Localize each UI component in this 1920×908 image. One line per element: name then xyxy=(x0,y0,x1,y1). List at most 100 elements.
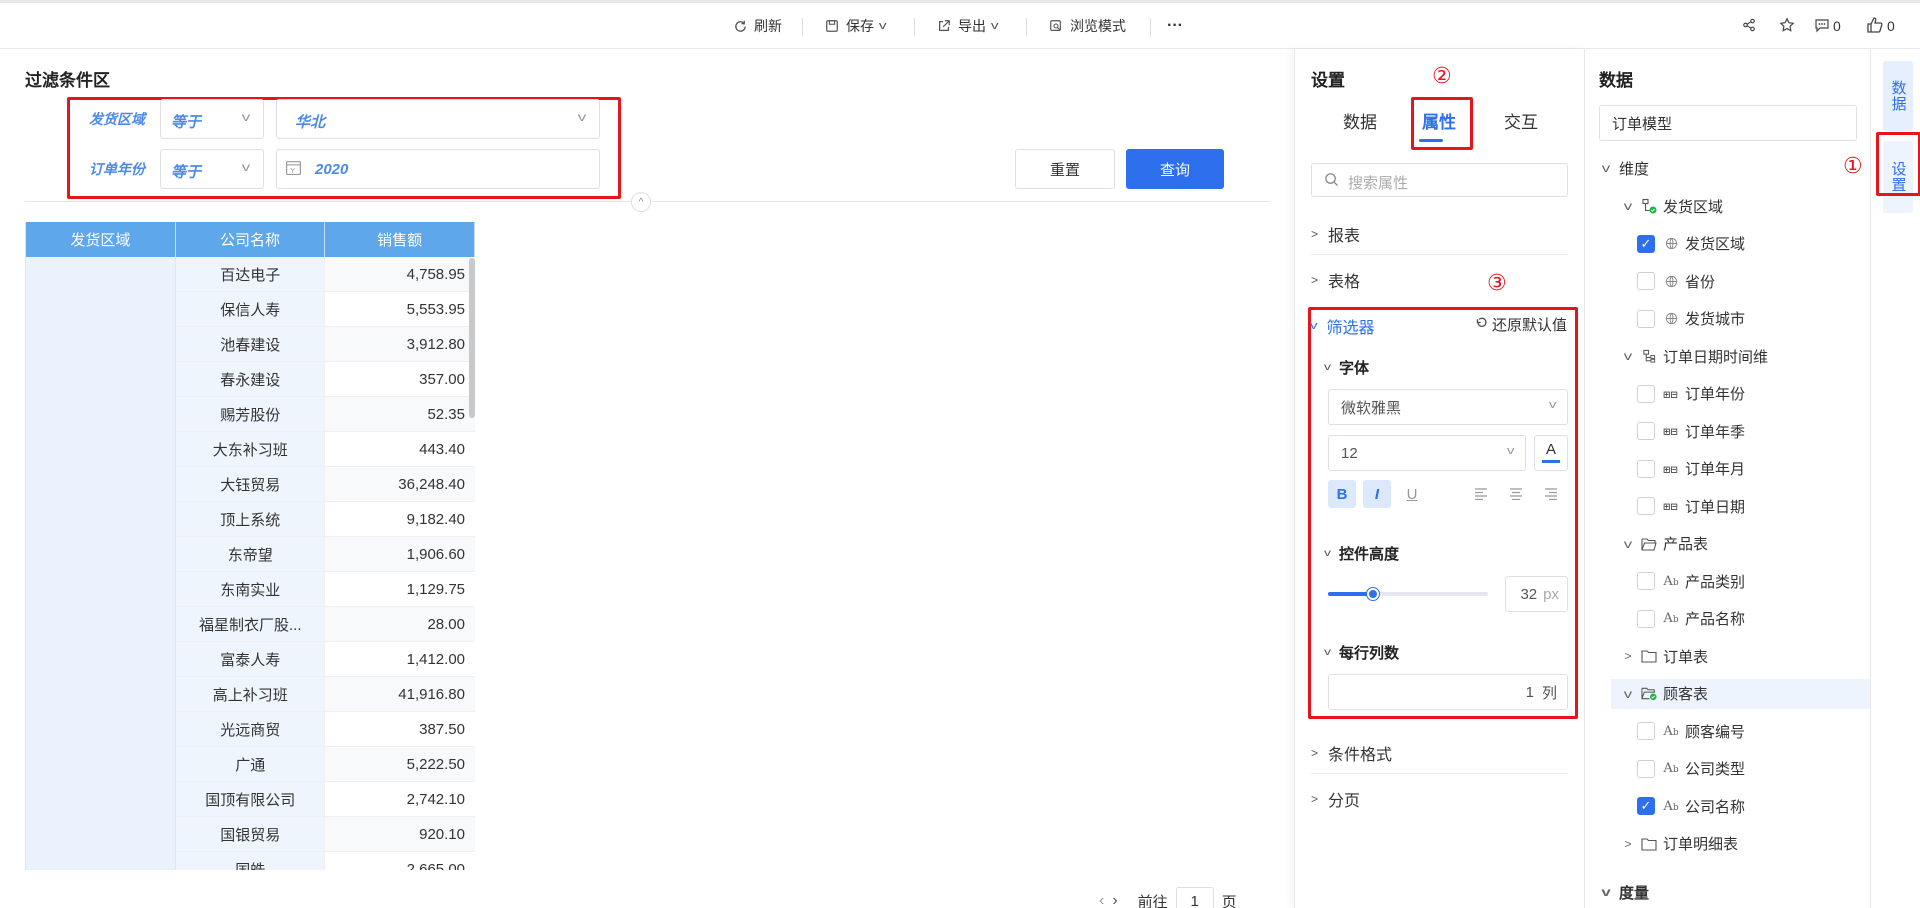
query-button[interactable]: 查询 xyxy=(1126,149,1224,189)
tree-field-item[interactable]: Ab 顾客编号 xyxy=(1637,716,1745,746)
tree-field-item[interactable]: Ab 产品类别 xyxy=(1637,566,1745,596)
like-button[interactable]: 0 xyxy=(1866,3,1895,49)
export-button[interactable]: 导出 v xyxy=(936,3,999,49)
columns-per-row-input[interactable]: 1 列 xyxy=(1328,674,1568,710)
filter-year-picker[interactable]: Y 2020 xyxy=(276,149,600,189)
table-row[interactable]: 春永建设 357.00 xyxy=(176,362,475,397)
measure-group[interactable]: v 度量 xyxy=(1599,877,1649,907)
tree-group-item[interactable]: v 顾客表 xyxy=(1611,678,1871,709)
column-header-region[interactable]: 发货区域 xyxy=(26,222,176,257)
table-row[interactable]: 东南实业 1,129.75 xyxy=(176,572,475,607)
tree-group-item[interactable]: v 发货区域 xyxy=(1621,191,1723,221)
font-subsection[interactable]: v 字体 xyxy=(1324,357,1369,378)
tab-data[interactable]: 数据 xyxy=(1343,108,1377,133)
chevron-down-icon[interactable]: v xyxy=(1621,687,1635,701)
table-row[interactable]: 池春建设 3,912.80 xyxy=(176,327,475,362)
table-row[interactable]: 富泰人寿 1,412.00 xyxy=(176,642,475,677)
prev-page-icon[interactable]: ‹ xyxy=(1099,892,1104,908)
share-button[interactable] xyxy=(1742,3,1756,49)
section-report[interactable]: > 报表 xyxy=(1311,222,1568,246)
tree-group-item[interactable]: > 订单明细表 xyxy=(1621,829,1738,859)
field-checkbox[interactable] xyxy=(1637,722,1655,740)
refresh-button[interactable]: 刷新 xyxy=(732,3,782,49)
table-row[interactable]: 保信人寿 5,553.95 xyxy=(176,292,475,327)
field-checkbox[interactable] xyxy=(1637,272,1655,290)
underline-toggle[interactable]: U xyxy=(1398,480,1426,508)
table-row[interactable]: 大东补习班 443.40 xyxy=(176,432,475,467)
collapse-up-icon[interactable]: ^ xyxy=(631,192,651,212)
chevron-down-icon[interactable]: v xyxy=(1621,537,1635,551)
field-checkbox[interactable] xyxy=(1637,572,1655,590)
field-checkbox[interactable] xyxy=(1637,309,1655,328)
table-row[interactable]: 顶上系统 9,182.40 xyxy=(176,502,475,537)
table-row[interactable]: 广通 5,222.50 xyxy=(176,747,475,782)
tree-group-item[interactable]: v 订单日期时间维 xyxy=(1621,341,1768,371)
tree-field-item[interactable]: 省份 xyxy=(1637,266,1715,296)
table-row[interactable]: 百达电子 4,758.95 xyxy=(176,257,475,292)
height-slider-handle[interactable] xyxy=(1366,588,1379,600)
field-checkbox[interactable] xyxy=(1637,609,1655,628)
tree-field-item[interactable]: ⊞⊟ 订单年份 xyxy=(1637,379,1745,409)
tab-properties[interactable]: 属性 xyxy=(1422,108,1456,133)
table-row[interactable]: 光远商贸 387.50 xyxy=(176,712,475,747)
table-row[interactable]: 东帝望 1,906.60 xyxy=(176,537,475,572)
tree-group-item[interactable]: > 订单表 xyxy=(1621,641,1708,671)
table-row[interactable]: 国顶有限公司 2,742.10 xyxy=(176,782,475,817)
column-header-company[interactable]: 公司名称 xyxy=(176,222,326,257)
field-checkbox[interactable] xyxy=(1637,497,1655,515)
field-checkbox[interactable] xyxy=(1637,384,1655,403)
filter-value-select-region[interactable]: 华北 v xyxy=(276,99,600,139)
table-row[interactable]: 国皓 2,665.00 xyxy=(176,852,475,870)
table-row[interactable]: 高上补习班 41,916.80 xyxy=(176,677,475,712)
chevron-down-icon[interactable]: v xyxy=(1621,199,1635,213)
tree-field-item[interactable]: ✓ Ab 公司名称 xyxy=(1637,791,1745,821)
browse-mode-button[interactable]: 浏览模式 xyxy=(1048,3,1126,49)
side-tab-data[interactable]: 数据 xyxy=(1883,61,1913,131)
save-button[interactable]: 保存 v xyxy=(824,3,887,49)
section-conditional-format[interactable]: > 条件格式 xyxy=(1311,741,1568,765)
filter-operator-select-region[interactable]: 等于 v xyxy=(160,99,264,139)
chevron-right-icon[interactable]: > xyxy=(1621,649,1635,663)
restore-default-button[interactable]: 还原默认值 xyxy=(1475,314,1567,335)
column-header-sales[interactable]: 销售额 xyxy=(325,222,475,257)
table-scrollbar[interactable] xyxy=(469,258,475,418)
field-checkbox[interactable] xyxy=(1637,459,1655,478)
next-page-icon[interactable]: › xyxy=(1112,892,1117,908)
model-select[interactable]: 订单模型 xyxy=(1599,105,1857,141)
page-input[interactable]: 1 xyxy=(1175,887,1214,908)
align-right-icon[interactable] xyxy=(1537,480,1565,508)
bold-toggle[interactable]: B xyxy=(1328,480,1356,508)
favorite-button[interactable] xyxy=(1779,3,1795,49)
tree-field-item[interactable]: Ab 产品名称 xyxy=(1637,604,1745,634)
table-row[interactable]: 福星制衣厂股... 28.00 xyxy=(176,607,475,642)
field-checkbox[interactable]: ✓ xyxy=(1637,234,1655,253)
tree-field-item[interactable]: ✓ 发货区域 xyxy=(1637,229,1745,259)
field-checkbox[interactable] xyxy=(1637,759,1655,778)
chevron-down-icon[interactable]: v xyxy=(1621,349,1635,363)
italic-toggle[interactable]: I xyxy=(1363,480,1391,508)
field-checkbox[interactable] xyxy=(1637,422,1655,440)
more-button[interactable]: ··· xyxy=(1167,3,1183,49)
tree-field-item[interactable]: Ab 公司类型 xyxy=(1637,754,1745,784)
field-checkbox[interactable]: ✓ xyxy=(1637,797,1655,815)
tree-field-item[interactable]: ⊞⊟ 订单年月 xyxy=(1637,454,1745,484)
comments-button[interactable]: 0 xyxy=(1814,3,1841,49)
tree-group-item[interactable]: v 产品表 xyxy=(1621,529,1708,559)
property-search-input[interactable]: 搜索属性 xyxy=(1311,163,1568,197)
font-family-select[interactable]: 微软雅黑 v xyxy=(1328,389,1568,425)
table-row[interactable]: 大钰贸易 36,248.40 xyxy=(176,467,475,502)
align-center-icon[interactable] xyxy=(1502,480,1530,508)
tree-field-item[interactable]: ⊞⊟ 订单年季 xyxy=(1637,416,1745,446)
font-size-select[interactable]: 12 v xyxy=(1328,435,1526,471)
height-slider-track[interactable] xyxy=(1328,588,1488,600)
section-paging[interactable]: > 分页 xyxy=(1311,787,1568,811)
height-subsection[interactable]: v 控件高度 xyxy=(1324,543,1399,564)
reset-button[interactable]: 重置 xyxy=(1015,149,1115,189)
align-left-icon[interactable] xyxy=(1467,480,1495,508)
filter-operator-select-year[interactable]: 等于 v xyxy=(160,149,264,189)
section-table[interactable]: > 表格 xyxy=(1311,268,1568,292)
table-row[interactable]: 赐芳股份 52.35 xyxy=(176,397,475,432)
height-input[interactable]: 32 px xyxy=(1505,576,1568,612)
tab-interaction[interactable]: 交互 xyxy=(1504,108,1538,133)
font-color-picker[interactable]: A xyxy=(1534,435,1568,471)
